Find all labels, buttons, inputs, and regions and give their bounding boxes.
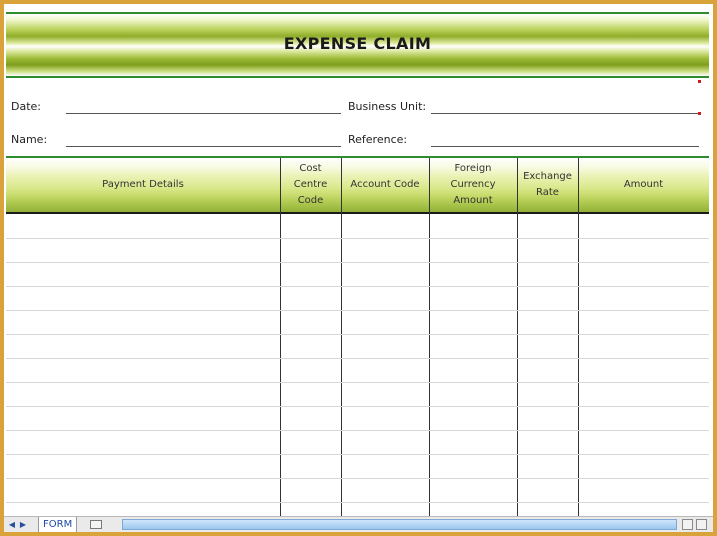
- horizontal-scrollbar[interactable]: [122, 519, 677, 530]
- table-row[interactable]: [6, 358, 709, 359]
- column-divider: [429, 158, 430, 517]
- table-row[interactable]: [6, 454, 709, 455]
- column-divider: [578, 158, 579, 517]
- date-field[interactable]: [66, 113, 341, 114]
- comment-indicator: [698, 80, 701, 83]
- date-label: Date:: [11, 100, 41, 113]
- table-row[interactable]: [6, 334, 709, 335]
- last-sheet-icon[interactable]: ▶: [18, 519, 28, 530]
- column-header-exchange-rate[interactable]: Exchange Rate: [517, 158, 578, 212]
- table-row[interactable]: [6, 310, 709, 311]
- table-row[interactable]: [6, 286, 709, 287]
- table-row[interactable]: [6, 478, 709, 479]
- business-unit-field[interactable]: [431, 113, 699, 114]
- sheet-tab-form[interactable]: FORM: [38, 517, 78, 532]
- column-header-cost-centre-code[interactable]: Cost Centre Code: [280, 158, 341, 212]
- page-layout-view-icon[interactable]: [696, 519, 707, 530]
- expense-claim-sheet: EXPENSE CLAIM Date: Business Unit: Name:…: [6, 12, 709, 517]
- column-divider: [280, 158, 281, 517]
- name-label: Name:: [11, 133, 48, 146]
- name-field[interactable]: [66, 146, 341, 147]
- spreadsheet-window: EXPENSE CLAIM Date: Business Unit: Name:…: [4, 4, 713, 532]
- column-divider: [517, 158, 518, 517]
- column-divider: [341, 158, 342, 517]
- table-row[interactable]: [6, 382, 709, 383]
- table-row[interactable]: [6, 430, 709, 431]
- column-header-foreign-currency-amount[interactable]: Foreign Currency Amount: [429, 158, 517, 212]
- table-row[interactable]: [6, 238, 709, 239]
- comment-indicator: [698, 112, 701, 115]
- normal-view-icon[interactable]: [682, 519, 693, 530]
- table-row[interactable]: [6, 406, 709, 407]
- insert-sheet-icon[interactable]: [90, 520, 102, 529]
- claimant-info-section: Date: Business Unit: Name: Reference:: [6, 78, 709, 158]
- business-unit-label: Business Unit:: [348, 100, 427, 113]
- form-title: EXPENSE CLAIM: [283, 34, 432, 53]
- first-sheet-icon[interactable]: ◀: [7, 519, 17, 530]
- sheet-tab-bar: ◀ ▶ FORM: [4, 516, 713, 532]
- reference-label: Reference:: [348, 133, 408, 146]
- table-row[interactable]: [6, 502, 709, 503]
- table-header-row: Payment Details Cost Centre Code Account…: [6, 158, 709, 214]
- column-header-amount[interactable]: Amount: [578, 158, 709, 212]
- table-row[interactable]: [6, 262, 709, 263]
- reference-field[interactable]: [431, 146, 699, 147]
- title-banner: EXPENSE CLAIM: [6, 12, 709, 78]
- column-header-account-code[interactable]: Account Code: [341, 158, 429, 212]
- column-header-payment-details[interactable]: Payment Details: [6, 158, 280, 212]
